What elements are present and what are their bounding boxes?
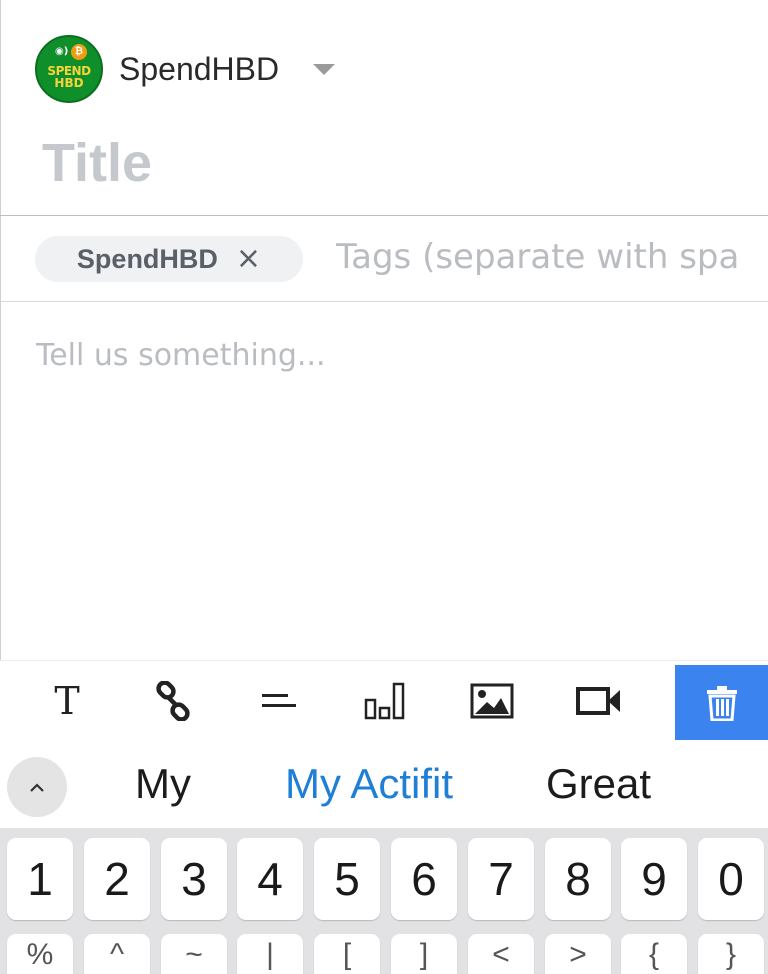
trash-icon (706, 686, 737, 721)
left-border (0, 0, 1, 660)
divider-button[interactable] (239, 661, 319, 741)
link-button[interactable] (133, 661, 213, 741)
suggestion-item-highlighted[interactable]: My Actifit (285, 760, 453, 808)
keyboard: 1 2 3 4 5 6 7 8 9 0 % ^ ~ | [ ] < > { } (0, 828, 768, 974)
divider (0, 301, 768, 302)
key-9[interactable]: 9 (621, 838, 687, 920)
body-input[interactable] (36, 338, 736, 638)
key-6[interactable]: 6 (391, 838, 457, 920)
key-right-bracket[interactable]: ] (391, 934, 457, 974)
divider (0, 215, 768, 216)
text-format-icon: T (54, 679, 80, 723)
suggestion-item[interactable]: My (135, 760, 191, 808)
poll-button[interactable] (345, 661, 425, 741)
caret-down-icon[interactable] (313, 63, 336, 75)
poll-icon (364, 682, 405, 720)
video-icon (576, 687, 620, 715)
video-button[interactable] (559, 661, 639, 741)
delete-button[interactable] (675, 665, 768, 741)
tag-chip[interactable]: SpendHBD × (35, 236, 303, 282)
key-pipe[interactable]: | (237, 934, 303, 974)
community-name: SpendHBD (119, 50, 280, 87)
link-icon (156, 681, 190, 721)
divider-icon (262, 694, 296, 707)
key-4[interactable]: 4 (237, 838, 303, 920)
image-icon (470, 683, 514, 719)
key-left-bracket[interactable]: [ (314, 934, 380, 974)
text-format-button[interactable]: T (27, 661, 107, 741)
key-8[interactable]: 8 (545, 838, 611, 920)
key-caret[interactable]: ^ (84, 934, 150, 974)
broadcast-icon: ◉) (55, 46, 69, 57)
key-less-than[interactable]: < (468, 934, 534, 974)
logo-text-hbd: HBD (54, 76, 84, 90)
title-input[interactable] (42, 128, 742, 198)
key-3[interactable]: 3 (161, 838, 227, 920)
key-1[interactable]: 1 (7, 838, 73, 920)
key-right-brace[interactable]: } (698, 934, 764, 974)
key-0[interactable]: 0 (698, 838, 764, 920)
key-tilde[interactable]: ~ (161, 934, 227, 974)
format-toolbar: T (0, 660, 768, 741)
close-icon[interactable]: × (236, 244, 261, 274)
key-percent[interactable]: % (7, 934, 73, 974)
chevron-up-icon (30, 783, 44, 792)
image-button[interactable] (452, 661, 532, 741)
key-7[interactable]: 7 (468, 838, 534, 920)
tags-input[interactable] (336, 232, 768, 282)
key-2[interactable]: 2 (84, 838, 150, 920)
community-logo: ◉) ₿ SPEND HBD (35, 35, 103, 103)
key-5[interactable]: 5 (314, 838, 380, 920)
key-left-brace[interactable]: { (621, 934, 687, 974)
expand-suggestions-button[interactable] (7, 757, 67, 817)
keyboard-suggestion-bar: My My Actifit Great (0, 740, 768, 828)
key-greater-than[interactable]: > (545, 934, 611, 974)
suggestion-item[interactable]: Great (546, 760, 651, 808)
bitcoin-icon: ₿ (71, 44, 87, 60)
community-selector[interactable]: ◉) ₿ SPEND HBD SpendHBD (35, 35, 336, 103)
tag-label: SpendHBD (76, 243, 218, 274)
